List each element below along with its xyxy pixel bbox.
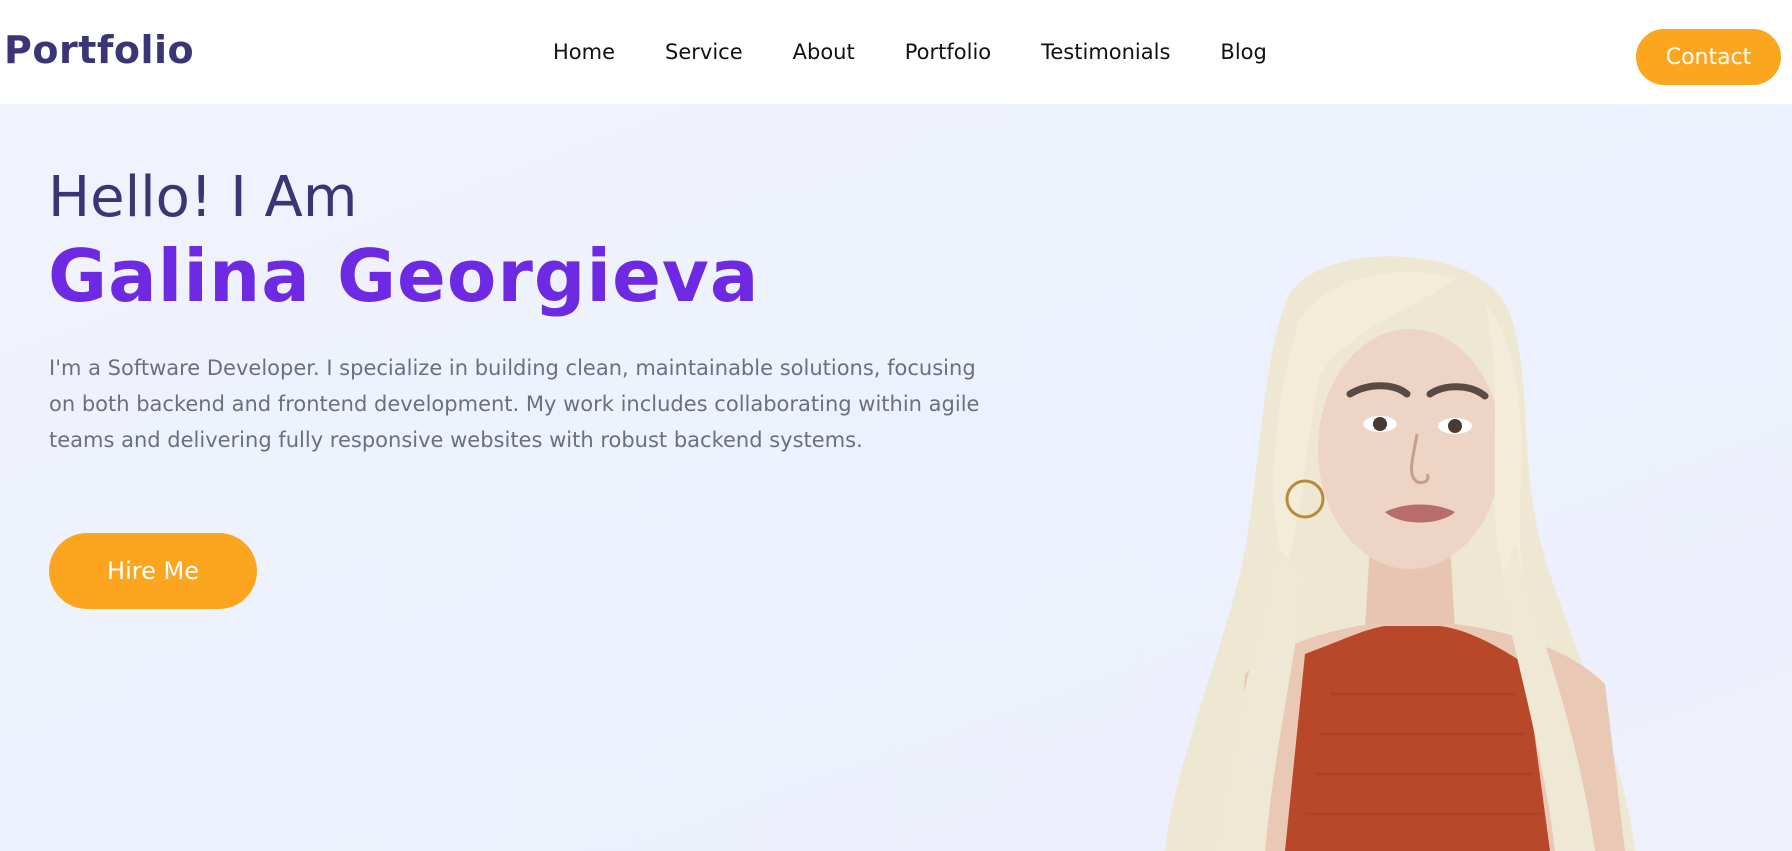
nav-link-testimonials[interactable]: Testimonials [1041, 40, 1170, 64]
hero-greeting: Hello! I Am [48, 165, 358, 230]
nav-link-blog[interactable]: Blog [1220, 40, 1266, 64]
nav-link-service[interactable]: Service [665, 40, 743, 64]
hero-bio: I'm a Software Developer. I specialize i… [49, 356, 980, 452]
site-logo[interactable]: Portfolio [4, 28, 194, 72]
nav-link-home[interactable]: Home [553, 40, 615, 64]
hero-section: Hello! I Am Galina Georgieva I'm a Softw… [0, 104, 1792, 851]
nav-link-about[interactable]: About [793, 40, 855, 64]
nav-links: Home Service About Portfolio Testimonial… [553, 40, 1267, 64]
hire-me-button[interactable]: Hire Me [49, 533, 257, 609]
contact-button[interactable]: Contact [1636, 29, 1781, 85]
nav-link-portfolio[interactable]: Portfolio [905, 40, 991, 64]
profile-photo [1165, 256, 1635, 851]
navbar: Portfolio Home Service About Portfolio T… [0, 0, 1792, 104]
hero-name: Galina Georgieva [48, 234, 760, 318]
